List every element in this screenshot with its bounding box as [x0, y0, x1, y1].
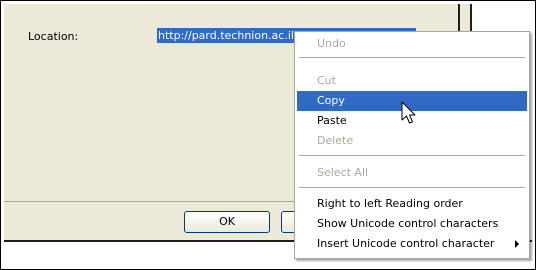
- context-menu: Undo Cut Copy Paste Delete Select All Ri…: [294, 31, 530, 259]
- menu-item-cut[interactable]: Cut: [297, 71, 527, 91]
- screenshot-frame: Location: http://pard.technion.ac.il/vid…: [0, 0, 536, 270]
- menu-item-undo[interactable]: Undo: [297, 34, 527, 54]
- arrow-pointer-icon: [401, 101, 416, 124]
- menu-separator: [299, 57, 525, 58]
- menu-item-insert-unicode-control[interactable]: Insert Unicode control character: [297, 234, 527, 254]
- menu-item-show-unicode-control[interactable]: Show Unicode control characters: [297, 214, 527, 234]
- menu-item-rtl-reading-order[interactable]: Right to left Reading order: [297, 194, 527, 214]
- menu-separator: [299, 187, 525, 188]
- menu-item-label: Insert Unicode control character: [317, 237, 495, 250]
- ok-button[interactable]: OK: [184, 211, 270, 233]
- menu-item-delete[interactable]: Delete: [297, 131, 527, 151]
- menu-separator: [299, 155, 525, 156]
- location-label: Location:: [28, 30, 79, 43]
- chevron-right-icon: [515, 240, 519, 248]
- menu-item-select-all[interactable]: Select All: [297, 163, 527, 183]
